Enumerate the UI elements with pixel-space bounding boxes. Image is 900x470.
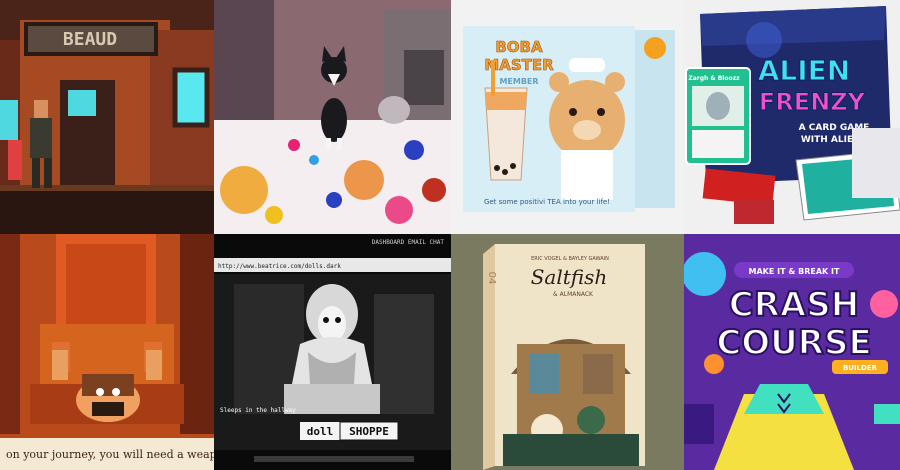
crash-badge: BUILDER <box>843 364 878 372</box>
dialog-text: on your journey, you will need a weapon … <box>6 448 214 461</box>
crash-course-thumbnail[interactable]: MAKE IT & BREAK IT CRASH COURSE BUILDER <box>684 234 900 470</box>
alien-title-line2: FRENZY <box>759 88 866 116</box>
boba-master-thumbnail[interactable]: BOBA MASTER MEMBER Get some positivi TEA… <box>451 0 684 234</box>
saltfish-authors: ERIC VOGEL & BAYLEY GAWAIN <box>531 256 609 262</box>
boba-master-box: BOBA MASTER MEMBER Get some positivi TEA… <box>451 0 684 234</box>
alien-frenzy-thumbnail[interactable]: ALIEN FRENZY A CARD GAME WITH ALIENS Zar… <box>684 0 900 234</box>
game-thumbnail-grid: BEAUD BOBA MASTER MEMBER Get some positi… <box>0 0 900 470</box>
throne-room-thumbnail[interactable]: on your journey, you will need a weapon … <box>0 234 214 470</box>
saltfish-box: 04 ERIC VOGEL & BAYLEY GAWAIN Saltfish &… <box>451 234 684 470</box>
alien-card-name: Zargh & Bloozz <box>688 75 740 82</box>
crash-course-art: MAKE IT & BREAK IT CRASH COURSE BUILDER <box>684 234 900 470</box>
doll-logo-right: SHOPPE <box>349 425 389 438</box>
doll-shoppe-thumbnail[interactable]: DASHBOARD EMAIL CHAT http://www.beatrice… <box>214 234 451 470</box>
saltfish-thumbnail[interactable]: 04 ERIC VOGEL & BAYLEY GAWAIN Saltfish &… <box>451 234 684 470</box>
shop-sign: BEAUD <box>63 29 117 50</box>
alien-title-line1: ALIEN <box>758 54 851 87</box>
doll-url-bar: http://www.beatrice.com/dolls.dark <box>218 263 341 270</box>
doll-caption: Sleeps in the hallway <box>220 407 296 414</box>
boba-subtitle: MEMBER <box>499 77 538 86</box>
saltfish-subtitle: & ALMANACK <box>553 291 594 298</box>
cat-paint-art <box>214 0 451 234</box>
pixel-street-art: BEAUD <box>0 0 214 234</box>
saltfish-title: Saltfish <box>531 265 608 289</box>
cat-paint-thumbnail[interactable] <box>214 0 451 234</box>
saltfish-number: 04 <box>486 272 497 285</box>
boba-title-line1: BOBA <box>495 38 543 56</box>
boba-tagline: Get some positivi TEA into your life! <box>484 198 610 206</box>
throne-room-art: on your journey, you will need a weapon … <box>0 234 214 470</box>
pixel-street-thumbnail[interactable]: BEAUD <box>0 0 214 234</box>
alien-frenzy-box: ALIEN FRENZY A CARD GAME WITH ALIENS Zar… <box>684 0 900 234</box>
doll-logo-left: doll <box>307 425 334 438</box>
crash-title-line2: COURSE <box>716 323 871 363</box>
doll-shoppe-screen: DASHBOARD EMAIL CHAT http://www.beatrice… <box>214 234 451 470</box>
doll-topbar: DASHBOARD EMAIL CHAT <box>372 239 445 246</box>
crash-title-line1: CRASH <box>729 285 859 325</box>
crash-tagline: MAKE IT & BREAK IT <box>749 267 840 276</box>
